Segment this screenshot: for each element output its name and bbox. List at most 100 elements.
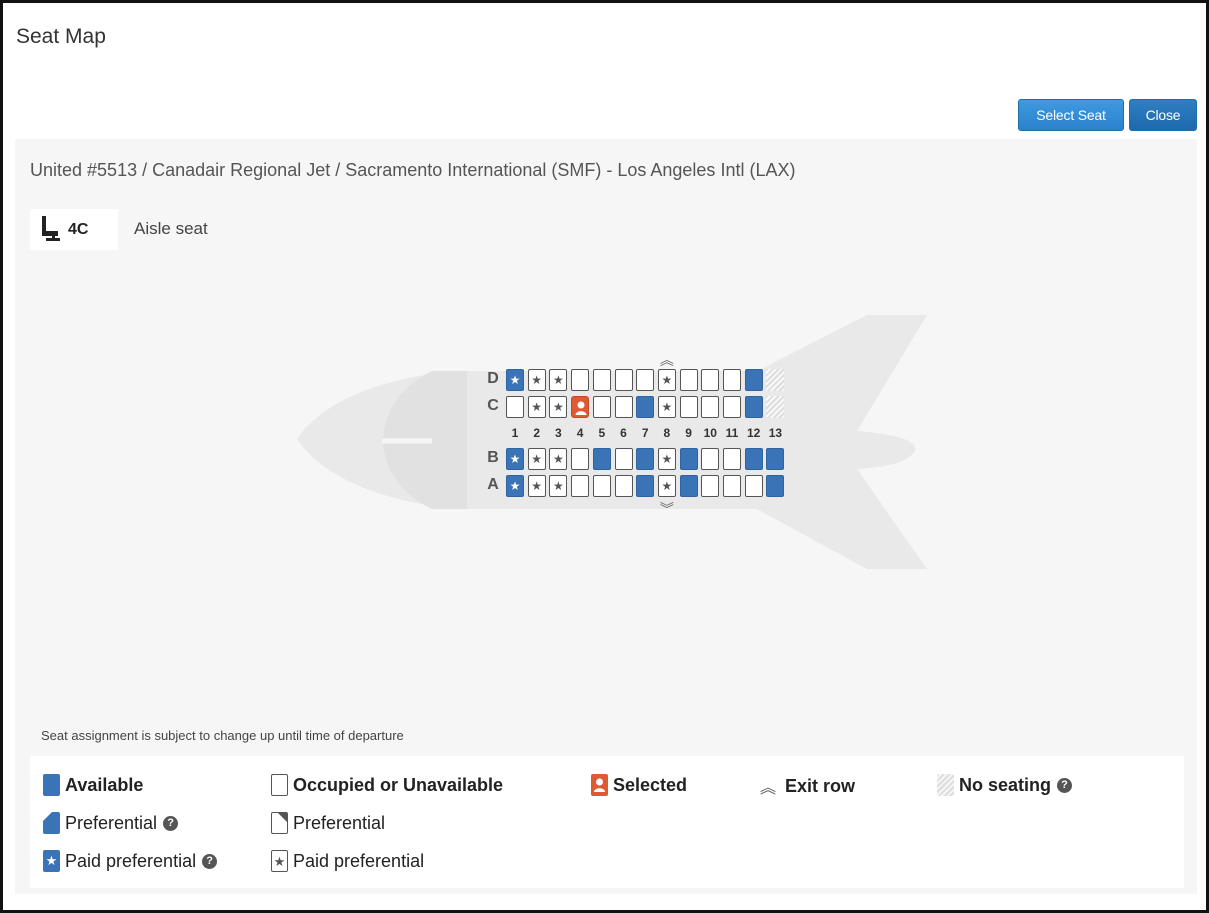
column-label: 7 xyxy=(641,426,649,440)
seat-12A xyxy=(744,475,763,497)
seat-1C xyxy=(506,396,524,418)
column-label: 9 xyxy=(685,426,692,440)
route-separator: / xyxy=(330,160,346,180)
seat-13C xyxy=(766,396,785,418)
column-label: 2 xyxy=(533,426,541,440)
seat-12D[interactable] xyxy=(744,369,763,391)
exit-row-icon: ︽ xyxy=(659,352,674,368)
star-icon: ★ xyxy=(661,400,673,414)
star-icon: ★ xyxy=(661,452,673,466)
legend-label: Available xyxy=(65,774,144,795)
seat-11D xyxy=(723,369,741,391)
seat-map-panel: United #5513 / Canadair Regional Jet / S… xyxy=(15,139,1197,894)
seat-4C[interactable] xyxy=(571,396,590,418)
seat-11B xyxy=(723,448,741,470)
legend-preferential-occupied: Preferential xyxy=(271,812,385,834)
no-seating-swatch xyxy=(937,774,954,796)
seat-8C: ★ xyxy=(657,396,676,418)
help-icon[interactable]: ? xyxy=(1057,777,1073,793)
seat-grid: ︽ ︾ D ★ ★ ★ ★ C ★ ★ ★ B ★ ★ ★ ★ A ★ ★ ★ ★ 1 2 3 4 5 6 7 8 9 10 11 12 13 xyxy=(466,349,785,519)
seat-3D: ★ xyxy=(549,369,568,391)
selected-seat-badge: 4C xyxy=(30,209,118,250)
column-label: 5 xyxy=(598,426,606,440)
person-icon xyxy=(575,401,587,415)
star-icon: ★ xyxy=(553,400,564,414)
seat-6C xyxy=(614,396,633,418)
row-label: C xyxy=(487,397,499,414)
seat-8B: ★ xyxy=(657,448,676,470)
seat-6B xyxy=(614,448,633,470)
row-label: D xyxy=(487,370,499,387)
star-icon: ★ xyxy=(531,400,543,414)
star-icon: ★ xyxy=(531,373,543,387)
occupied-swatch xyxy=(271,774,288,796)
seat-5B[interactable] xyxy=(592,448,611,470)
seat-7D xyxy=(636,369,655,391)
column-label: 3 xyxy=(555,426,562,440)
seat-13B[interactable] xyxy=(766,448,785,470)
column-label: 4 xyxy=(576,426,584,440)
help-icon[interactable]: ? xyxy=(163,815,179,831)
seat-5C xyxy=(592,396,611,418)
route-separator: / xyxy=(137,160,153,180)
dialog-title: Seat Map xyxy=(16,25,106,48)
column-label: 13 xyxy=(768,426,783,440)
help-icon[interactable]: ? xyxy=(202,853,218,869)
selected-seat-description: Aisle seat xyxy=(134,219,208,238)
seat-9B[interactable] xyxy=(679,448,698,470)
destination-airport: Los Angeles Intl (LAX) xyxy=(617,160,796,180)
legend-paid-available: ★ Paid preferential? xyxy=(43,850,218,872)
legend-label: Exit row xyxy=(785,775,856,796)
star-icon: ★ xyxy=(43,850,60,872)
seat-13A[interactable] xyxy=(766,475,785,497)
column-label: 8 xyxy=(663,426,671,440)
person-icon xyxy=(591,774,608,796)
seat-7A[interactable] xyxy=(636,475,655,497)
column-label: 1 xyxy=(511,426,519,440)
legend-selected: Selected xyxy=(591,774,687,796)
select-seat-button[interactable]: Select Seat xyxy=(1018,99,1124,131)
star-icon: ★ xyxy=(661,479,673,493)
seat-5A xyxy=(592,475,611,497)
seat-9C xyxy=(679,396,698,418)
column-label: 10 xyxy=(703,426,717,440)
seat-9D xyxy=(679,369,698,391)
seat-12C[interactable] xyxy=(744,396,763,418)
seat-1D[interactable]: ★ xyxy=(506,369,524,391)
star-icon: ★ xyxy=(509,373,521,387)
seat-6D xyxy=(614,369,633,391)
seat-7C[interactable] xyxy=(636,396,655,418)
star-icon: ★ xyxy=(661,373,673,387)
selected-seat-code: 4C xyxy=(68,221,89,238)
seat-8D: ★ xyxy=(657,369,676,391)
star-icon: ★ xyxy=(531,479,543,493)
close-button[interactable]: Close xyxy=(1129,99,1197,131)
seat-4B xyxy=(571,448,590,470)
seat-3B: ★ xyxy=(549,448,568,470)
legend-paid-occupied: ★ Paid preferential xyxy=(271,850,424,872)
seat-4D xyxy=(571,369,590,391)
seat-1A[interactable]: ★ xyxy=(506,475,524,497)
column-label: 11 xyxy=(725,426,739,440)
preferential-available-swatch xyxy=(43,812,60,834)
seat-11C xyxy=(723,396,741,418)
seat-map-dialog: Seat Map Select Seat Close United #5513 … xyxy=(0,0,1209,913)
seat-9A[interactable] xyxy=(679,475,698,497)
seat-1B[interactable]: ★ xyxy=(506,448,524,470)
row-label: A xyxy=(487,476,499,493)
seat-10A xyxy=(701,475,720,497)
seat-11A xyxy=(723,475,741,497)
seat-4A xyxy=(571,475,590,497)
star-icon: ★ xyxy=(509,452,521,466)
legend-label: Selected xyxy=(613,774,688,795)
seat-12B[interactable] xyxy=(744,448,763,470)
legend-preferential-available: Preferential? xyxy=(43,812,179,834)
legend-available: Available xyxy=(43,774,143,796)
seat-13D xyxy=(766,369,785,391)
seat-7B[interactable] xyxy=(636,448,655,470)
seat-2B: ★ xyxy=(527,448,546,470)
seat-3C: ★ xyxy=(549,396,568,418)
legend-label: No seating xyxy=(959,774,1052,795)
row-label: B xyxy=(487,449,499,466)
star-icon: ★ xyxy=(271,850,288,872)
